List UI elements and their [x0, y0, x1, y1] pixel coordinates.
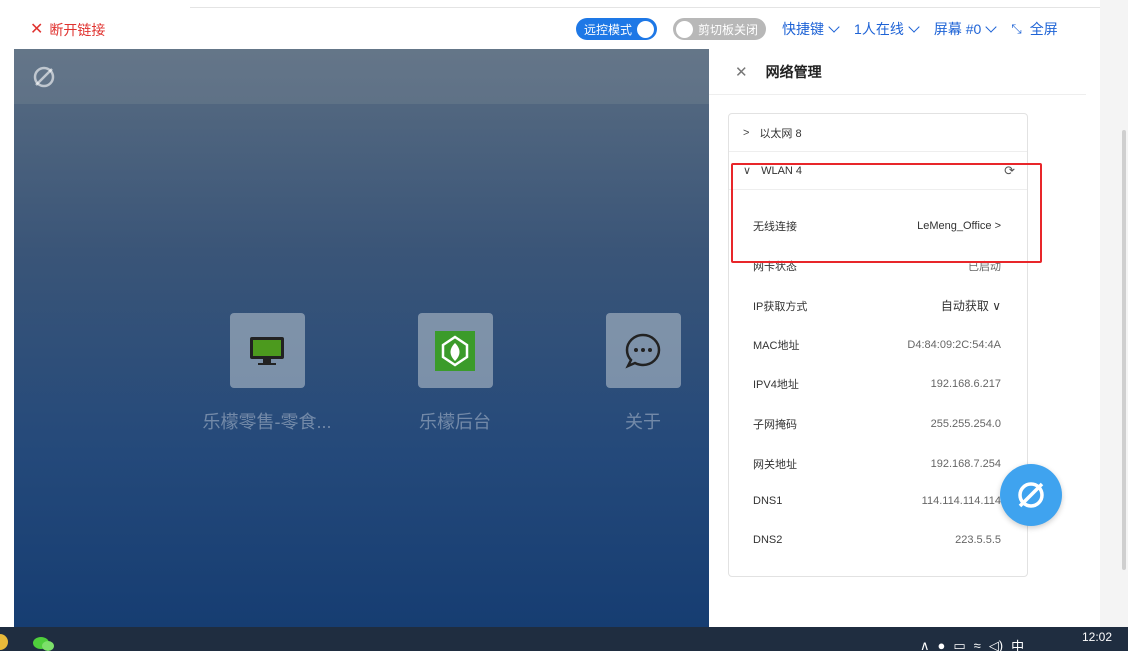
remote-desktop-view[interactable]: 乐檬零售-零食... 乐檬后台 关于 — [14, 49, 709, 627]
chevron-down-icon: ∨ — [743, 165, 752, 177]
chat-bubble-icon — [625, 333, 661, 368]
row-label: 无线连接 — [753, 221, 797, 233]
app-label: 乐檬零售-零食... — [202, 412, 332, 432]
dns1-row: DNS1 114.114.114.114 — [753, 495, 1001, 507]
remote-top-bar — [14, 49, 709, 104]
close-icon[interactable]: ✕ — [735, 63, 748, 81]
network-card: > 以太网 8 ∨ WLAN 4 ⟳ 无线连接 LeMeng_Office > … — [728, 113, 1028, 577]
chevron-up-icon[interactable]: ∧ — [920, 638, 930, 654]
app-tile — [605, 313, 681, 388]
scrollbar[interactable] — [1122, 130, 1126, 570]
clipboard-toggle[interactable]: 剪切板关闭 — [673, 18, 767, 40]
row-value: 255.255.254.0 — [930, 418, 1001, 430]
mac-row: MAC地址 D4:84:09:2C:54:4A — [753, 337, 1001, 353]
chevron-down-icon — [985, 21, 997, 33]
row-value: 192.168.6.217 — [930, 378, 1001, 390]
screen-select-label: 屏幕 #0 — [933, 21, 982, 37]
row-value: 223.5.5.5 — [955, 534, 1001, 546]
row-value: 114.114.114.114 — [921, 495, 1001, 507]
wlan-section[interactable]: ∨ WLAN 4 ⟳ — [729, 152, 1027, 190]
shortcuts-dropdown[interactable]: 快捷键 — [782, 19, 840, 39]
online-users-dropdown[interactable]: 1人在线 — [854, 19, 920, 39]
row-value: 已启动 — [968, 261, 1001, 273]
disconnect-label: 断开链接 — [49, 22, 106, 38]
ethernet-section[interactable]: > 以太网 8 — [729, 114, 1027, 152]
gateway-row: 网关地址 192.168.7.254 — [753, 456, 1001, 472]
row-label: 网卡状态 — [753, 261, 797, 273]
close-icon: ✕ — [30, 21, 44, 38]
panel-title: 网络管理 — [765, 63, 822, 80]
wlan-label: WLAN 4 — [761, 164, 803, 177]
wireless-network-value[interactable]: LeMeng_Office > — [917, 220, 1001, 232]
nic-status-row: 网卡状态 已启动 — [753, 258, 1001, 274]
row-label: 网关地址 — [753, 459, 797, 471]
row-label: MAC地址 — [753, 340, 800, 352]
network-icon[interactable]: ▭ — [953, 638, 965, 654]
volume-icon[interactable]: ◁) — [989, 638, 1003, 654]
app-tile — [417, 313, 493, 388]
remote-mode-toggle[interactable]: 远控模式 — [576, 18, 658, 40]
remote-mode-label: 远控模式 — [584, 22, 633, 37]
chevron-down-icon — [908, 21, 920, 33]
row-label: IP获取方式 — [753, 300, 808, 313]
network-management-panel: ✕ 网络管理 > 以太网 8 ∨ WLAN 4 ⟳ 无线连接 LeMeng_Of… — [709, 49, 1086, 627]
row-value: 192.168.7.254 — [930, 458, 1001, 470]
desktop-app-backend[interactable]: 乐檬后台 — [380, 313, 530, 434]
desktop-app-retail[interactable]: 乐檬零售-零食... — [192, 313, 342, 434]
wireless-connection-row[interactable]: 无线连接 LeMeng_Office > — [753, 218, 1001, 234]
taskbar-clock[interactable]: 12:02 — [1082, 630, 1112, 644]
app-label: 乐檬后台 — [419, 412, 491, 432]
disconnect-button[interactable]: ✕ 断开链接 — [30, 20, 105, 40]
floating-action-button[interactable] — [1000, 464, 1062, 526]
row-value: D4:84:09:2C:54:4A — [907, 339, 1001, 351]
fullscreen-icon: ⤡ — [1011, 21, 1022, 36]
toggle-knob — [637, 20, 655, 38]
panel-header: ✕ 网络管理 — [709, 49, 1086, 95]
app-logo-icon — [1018, 482, 1044, 508]
ipv4-row: IPV4地址 192.168.6.217 — [753, 376, 1001, 392]
row-label: 子网掩码 — [753, 419, 797, 431]
ip-method-select[interactable]: 自动获取 ∨ — [941, 297, 1001, 314]
leaf-logo-icon — [435, 330, 475, 371]
app-tile — [229, 313, 305, 388]
monitor-icon — [250, 336, 284, 365]
chevron-down-icon — [828, 21, 840, 33]
fullscreen-button[interactable]: ⤡ 全屏 — [1011, 19, 1057, 39]
desktop-app-about[interactable]: 关于 — [568, 313, 709, 434]
chevron-right-icon: > — [743, 126, 750, 139]
chevron-down-icon: ∨ — [992, 299, 1001, 313]
row-label: DNS1 — [753, 495, 783, 507]
system-tray: ∧ ● ▭ ≈ ◁) 中 — [920, 636, 1032, 655]
app-logo-icon — [33, 66, 55, 88]
ethernet-label: 以太网 8 — [759, 127, 802, 140]
shortcuts-label: 快捷键 — [782, 21, 825, 37]
top-toolbar: ✕ 断开链接 远控模式 剪切板关闭 快捷键 1人在线 屏幕 #0 ⤡ 全屏 — [0, 0, 1128, 49]
row-label: IPV4地址 — [753, 379, 799, 391]
row-label: DNS2 — [753, 534, 783, 546]
fullscreen-label: 全屏 — [1029, 21, 1058, 37]
screen-select-dropdown[interactable]: 屏幕 #0 — [933, 19, 997, 39]
dns2-row: DNS2 223.5.5.5 — [753, 534, 1001, 546]
toggle-knob — [676, 20, 694, 38]
subnet-mask-row: 子网掩码 255.255.254.0 — [753, 416, 1001, 432]
app-label: 关于 — [625, 412, 661, 432]
top-divider — [190, 7, 1100, 8]
refresh-icon[interactable]: ⟳ — [1004, 163, 1015, 179]
wechat-icon[interactable] — [32, 635, 56, 651]
ip-method-row: IP获取方式 自动获取 ∨ — [753, 297, 1001, 314]
ime-indicator[interactable]: 中 — [1011, 636, 1024, 655]
toolbar-controls: 远控模式 剪切板关闭 快捷键 1人在线 屏幕 #0 ⤡ 全屏 — [576, 18, 1058, 40]
clipboard-label: 剪切板关闭 — [698, 22, 759, 37]
online-users-label: 1人在线 — [854, 21, 904, 37]
